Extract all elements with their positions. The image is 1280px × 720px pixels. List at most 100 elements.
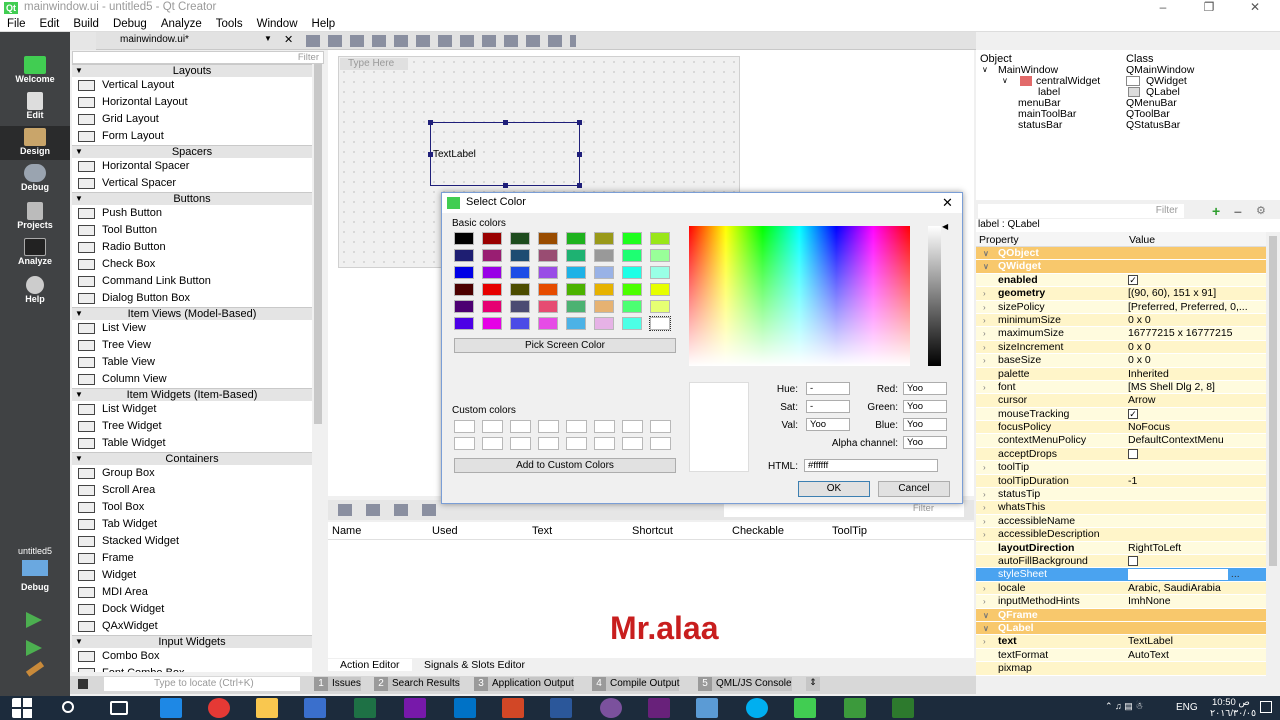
basic-color-swatch[interactable] — [510, 300, 530, 313]
close-icon[interactable]: ✕ — [1232, 0, 1278, 16]
app-icon[interactable] — [696, 698, 718, 718]
property-value[interactable]: [Preferred, Preferred, 0,... — [1128, 301, 1262, 314]
action-filter-input[interactable]: Filter — [724, 503, 964, 517]
basic-color-swatch[interactable] — [538, 283, 558, 296]
scrollbar-thumb[interactable] — [314, 64, 322, 424]
property-value[interactable] — [1128, 448, 1262, 461]
action-tools[interactable] — [338, 504, 448, 516]
property-scrollbar[interactable] — [1266, 232, 1280, 678]
category-header[interactable]: ▼ Item Widgets (Item-Based) — [72, 388, 312, 401]
property-row[interactable]: › geometry [(90, 60), 151 x 91] — [976, 287, 1266, 301]
widget-item[interactable]: Table View — [72, 354, 312, 371]
html-input[interactable]: #ffffff — [804, 459, 938, 472]
pane-search-results[interactable]: 2 Search Results — [374, 677, 460, 691]
expand-arrow-icon[interactable]: › — [983, 515, 986, 528]
expand-arrow-icon[interactable]: › — [983, 488, 986, 501]
custom-color-swatch[interactable] — [594, 437, 615, 450]
build-hammer-icon[interactable] — [25, 661, 45, 677]
property-row[interactable]: styleSheet ... — [976, 568, 1266, 582]
widget-item[interactable]: Dialog Button Box — [72, 290, 312, 307]
custom-color-swatch[interactable] — [510, 420, 531, 433]
pick-screen-color-button[interactable]: Pick Screen Color — [454, 338, 676, 353]
custom-color-swatch[interactable] — [622, 437, 643, 450]
onenote-icon[interactable] — [404, 698, 426, 718]
blue-spinbox[interactable]: Yoo — [903, 418, 947, 431]
widget-item[interactable]: Scroll Area — [72, 482, 312, 499]
property-row[interactable]: › minimumSize 0 x 0 — [976, 313, 1266, 328]
property-filter-input[interactable]: Filter — [978, 204, 1184, 218]
app-window-icon[interactable] — [892, 698, 914, 718]
property-row[interactable]: autoFillBackground — [976, 554, 1266, 569]
widget-item[interactable]: MDI Area — [72, 584, 312, 601]
header-value[interactable]: Value — [1129, 234, 1155, 246]
basic-color-swatch[interactable] — [482, 266, 502, 279]
value-slider[interactable] — [928, 226, 941, 366]
basic-color-swatch[interactable] — [594, 232, 614, 245]
widget-item[interactable]: Table Widget — [72, 435, 312, 452]
expand-arrow-icon[interactable]: ∨ — [983, 622, 989, 635]
expand-arrow-icon[interactable]: › — [983, 287, 986, 300]
mode-edit[interactable]: Edit — [0, 90, 70, 124]
property-value[interactable]: TextLabel — [1128, 635, 1262, 648]
expand-arrow-icon[interactable]: › — [983, 381, 986, 394]
category-header[interactable]: ▼ Spacers — [72, 145, 312, 158]
basic-color-swatch[interactable] — [622, 266, 642, 279]
property-row[interactable]: textFormat AutoText — [976, 648, 1266, 663]
widget-item[interactable]: Combo Box — [72, 648, 312, 665]
expand-arrow-icon[interactable]: ∨ — [983, 260, 989, 273]
basic-color-swatch[interactable] — [650, 283, 670, 296]
expand-arrow-icon[interactable]: ∨ — [983, 247, 989, 260]
add-property-icon[interactable]: + — [1212, 203, 1220, 219]
resize-handle[interactable] — [428, 120, 433, 125]
basic-color-swatch[interactable] — [454, 300, 474, 313]
property-row[interactable]: mouseTracking ✓ — [976, 407, 1266, 422]
open-file-name[interactable]: mainwindow.ui* — [120, 34, 189, 45]
basic-color-swatch[interactable] — [622, 300, 642, 313]
mode-analyze[interactable]: Analyze — [0, 236, 70, 270]
property-row[interactable]: pixmap — [976, 662, 1266, 676]
expand-arrow-icon[interactable]: › — [983, 327, 986, 340]
property-row[interactable]: › sizePolicy [Preferred, Preferred, 0,... — [976, 300, 1266, 314]
text-label-widget[interactable]: TextLabel — [428, 120, 582, 188]
widget-item[interactable]: Group Box — [72, 465, 312, 482]
column-tooltip[interactable]: ToolTip — [832, 525, 867, 537]
menu-tools[interactable]: Tools — [209, 16, 250, 32]
tab-signals-slots[interactable]: Signals & Slots Editor — [412, 659, 537, 671]
header-property[interactable]: Property — [979, 234, 1019, 246]
task-view-icon[interactable] — [110, 701, 128, 715]
remove-property-icon[interactable]: – — [1234, 203, 1242, 219]
start-icon[interactable] — [12, 698, 34, 718]
property-row[interactable]: focusPolicy NoFocus — [976, 421, 1266, 435]
widget-item[interactable]: Frame — [72, 550, 312, 567]
property-row[interactable]: cursor Arrow — [976, 394, 1266, 408]
tray-icons[interactable]: ⌃ ♫ ▤ ☃ — [1105, 701, 1143, 712]
resize-handle[interactable] — [577, 183, 582, 188]
widget-item[interactable]: Command Link Button — [72, 273, 312, 290]
widget-item[interactable]: Tab Widget — [72, 516, 312, 533]
widget-item[interactable]: Form Layout — [72, 128, 312, 145]
widget-item[interactable]: Push Button — [72, 205, 312, 222]
custom-color-swatch[interactable] — [650, 437, 671, 450]
resize-handle[interactable] — [503, 120, 508, 125]
property-row[interactable]: palette Inherited — [976, 367, 1266, 381]
checkbox[interactable]: ✓ — [1128, 275, 1138, 285]
widget-item[interactable]: Dock Widget — [72, 601, 312, 618]
expand-arrow-icon[interactable]: › — [983, 635, 986, 648]
mode-projects[interactable]: Projects — [0, 200, 70, 234]
property-value[interactable]: NoFocus — [1128, 421, 1262, 434]
property-value[interactable]: Arrow — [1128, 394, 1262, 407]
custom-color-swatch[interactable] — [566, 437, 587, 450]
property-value[interactable]: ImhNone — [1128, 595, 1262, 608]
widget-item[interactable]: Stacked Widget — [72, 533, 312, 550]
custom-color-swatch[interactable] — [482, 437, 503, 450]
store-icon[interactable] — [304, 698, 326, 718]
widget-box-scrollbar[interactable] — [312, 64, 324, 672]
clock-time[interactable]: 10:50 ص — [1212, 697, 1250, 708]
widget-item[interactable]: Horizontal Spacer — [72, 158, 312, 175]
widget-item[interactable]: Widget — [72, 567, 312, 584]
basic-color-swatch[interactable] — [650, 249, 670, 262]
expand-arrow-icon[interactable]: › — [983, 461, 986, 474]
basic-color-swatch[interactable] — [566, 232, 586, 245]
property-value[interactable]: Inherited — [1128, 368, 1262, 381]
property-row[interactable]: › accessibleDescription — [976, 528, 1266, 542]
